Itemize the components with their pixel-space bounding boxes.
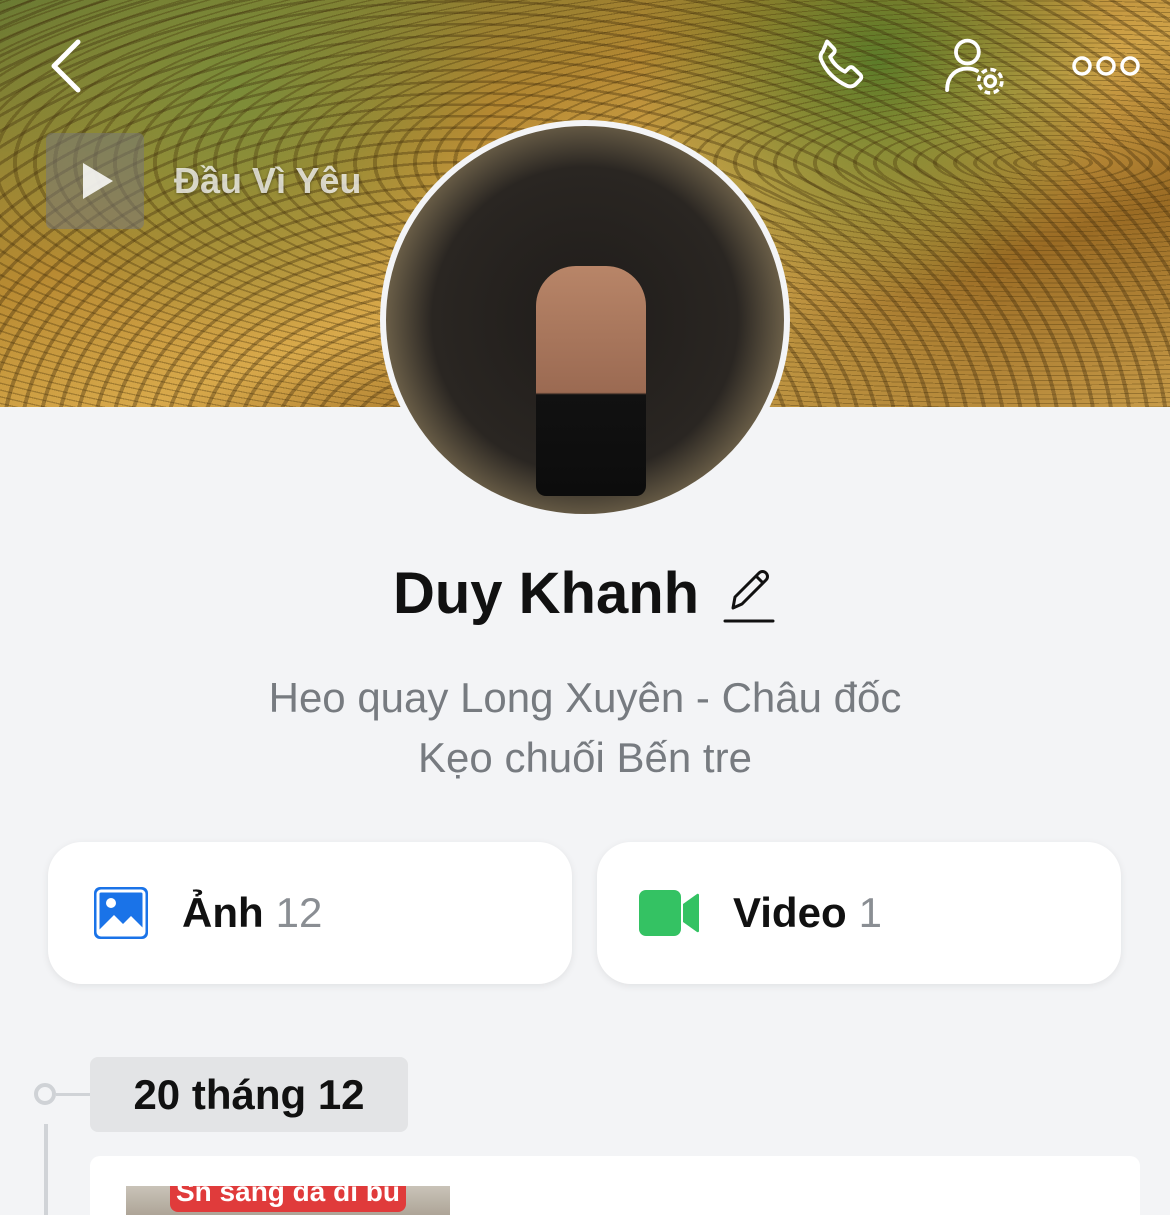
videos-card[interactable]: Video 1 (597, 842, 1121, 984)
edit-name-button[interactable] (721, 563, 777, 625)
post-caption: Sn sáng đã đi bú (170, 1186, 406, 1212)
photos-label: Ảnh (182, 889, 264, 936)
bio-line: Heo quay Long Xuyên - Châu đốc (268, 674, 902, 721)
videos-label: Video (733, 889, 847, 936)
pencil-icon (723, 569, 775, 622)
timeline-connector (56, 1093, 92, 1096)
bio-line: Kẹo chuối Bến tre (418, 734, 752, 781)
photos-card[interactable]: Ảnh 12 (48, 842, 572, 984)
profile-name: Duy Khanh (392, 561, 700, 626)
music-thumbnail[interactable] (46, 133, 144, 229)
post-thumbnail[interactable]: Sn sáng đã đi bú (126, 1186, 450, 1215)
phone-icon (818, 39, 864, 89)
more-button[interactable] (1068, 34, 1144, 98)
profile-bio: Heo quay Long Xuyên - Châu đốc Kẹo chuối… (0, 668, 1170, 788)
timeline-dot (34, 1083, 56, 1105)
chevron-left-icon (51, 39, 81, 93)
more-dots-icon (1072, 56, 1140, 76)
music-title: Đầu Vì Yêu (174, 160, 362, 201)
profile-avatar[interactable] (380, 120, 790, 520)
image-icon (92, 884, 150, 942)
timeline-line (44, 1124, 48, 1215)
profile-name-row: Duy Khanh (0, 560, 1170, 627)
profile-music-widget[interactable]: Đầu Vì Yêu (46, 133, 468, 229)
play-icon (83, 163, 113, 199)
back-button[interactable] (36, 34, 96, 98)
timeline-post-card[interactable]: Sn sáng đã đi bú (90, 1156, 1140, 1215)
video-camera-icon (637, 884, 701, 942)
call-button[interactable] (806, 34, 876, 98)
timeline-date-label: 20 tháng 12 (90, 1057, 408, 1132)
photos-count: 12 (275, 889, 323, 936)
profile-settings-button[interactable] (940, 34, 1010, 98)
avatar-figure (536, 266, 646, 496)
videos-count: 1 (858, 889, 882, 936)
user-gear-icon (945, 38, 1004, 95)
avatar-photo (386, 126, 784, 514)
